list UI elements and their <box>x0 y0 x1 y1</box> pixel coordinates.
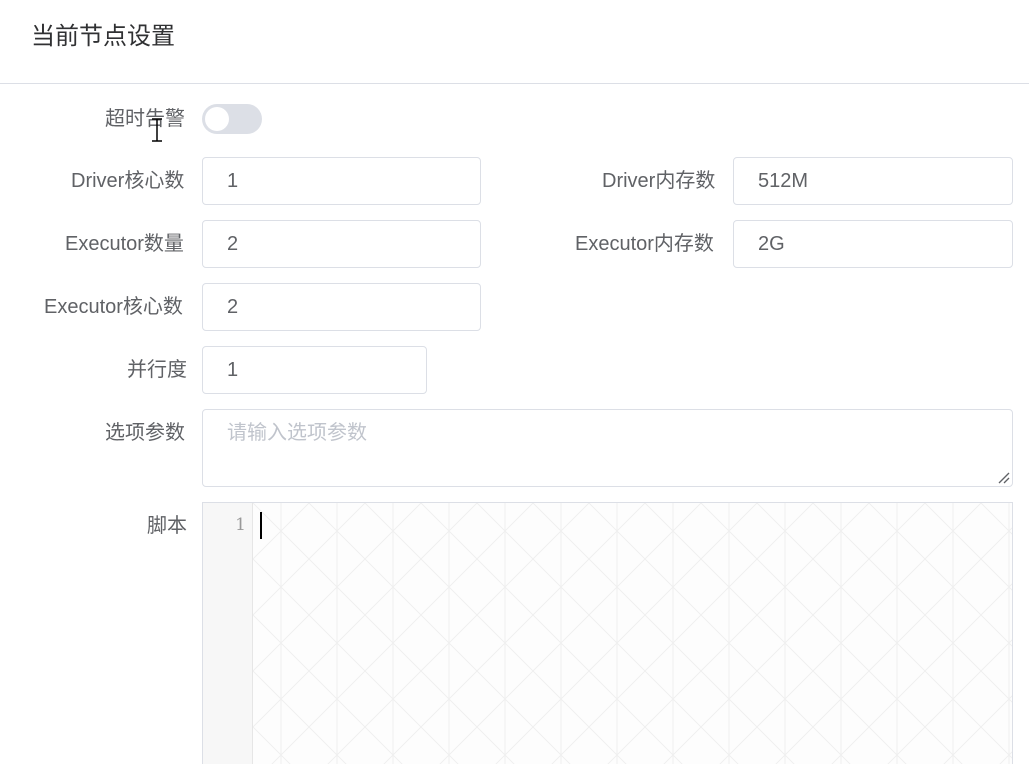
parallelism-label: 并行度 <box>127 359 187 381</box>
page-title: 当前节点设置 <box>31 23 175 50</box>
executor-cores-label: Executor核心数 <box>44 296 183 318</box>
editor-gutter: 1 <box>203 503 253 764</box>
text-caret <box>260 512 262 539</box>
executor-cores-input[interactable]: 2 <box>202 283 481 331</box>
page-header: 当前节点设置 <box>0 0 1029 84</box>
script-editor[interactable]: 1 <box>202 502 1013 764</box>
timeout-alarm-label: 超时告警 <box>105 108 185 130</box>
options-label: 选项参数 <box>105 422 185 444</box>
driver-cores-label: Driver核心数 <box>71 170 185 192</box>
script-label: 脚本 <box>147 515 187 537</box>
executor-memory-input[interactable]: 2G <box>733 220 1013 268</box>
editor-background-pattern <box>253 503 1012 764</box>
driver-memory-label: Driver内存数 <box>602 170 716 192</box>
options-placeholder: 请输入选项参数 <box>227 422 367 444</box>
driver-memory-input[interactable]: 512M <box>733 157 1013 205</box>
timeout-alarm-switch[interactable] <box>202 104 262 134</box>
parallelism-input[interactable]: 1 <box>202 346 427 394</box>
switch-knob <box>205 107 229 131</box>
executor-count-input[interactable]: 2 <box>202 220 481 268</box>
executor-memory-label: Executor内存数 <box>575 233 714 255</box>
code-area[interactable] <box>253 503 1012 764</box>
options-textarea[interactable]: 请输入选项参数 <box>202 409 1013 487</box>
resize-handle-icon[interactable] <box>998 472 1010 484</box>
text-cursor-icon <box>152 118 162 142</box>
line-number: 1 <box>235 515 246 535</box>
executor-count-label: Executor数量 <box>65 233 184 255</box>
driver-cores-input[interactable]: 1 <box>202 157 481 205</box>
